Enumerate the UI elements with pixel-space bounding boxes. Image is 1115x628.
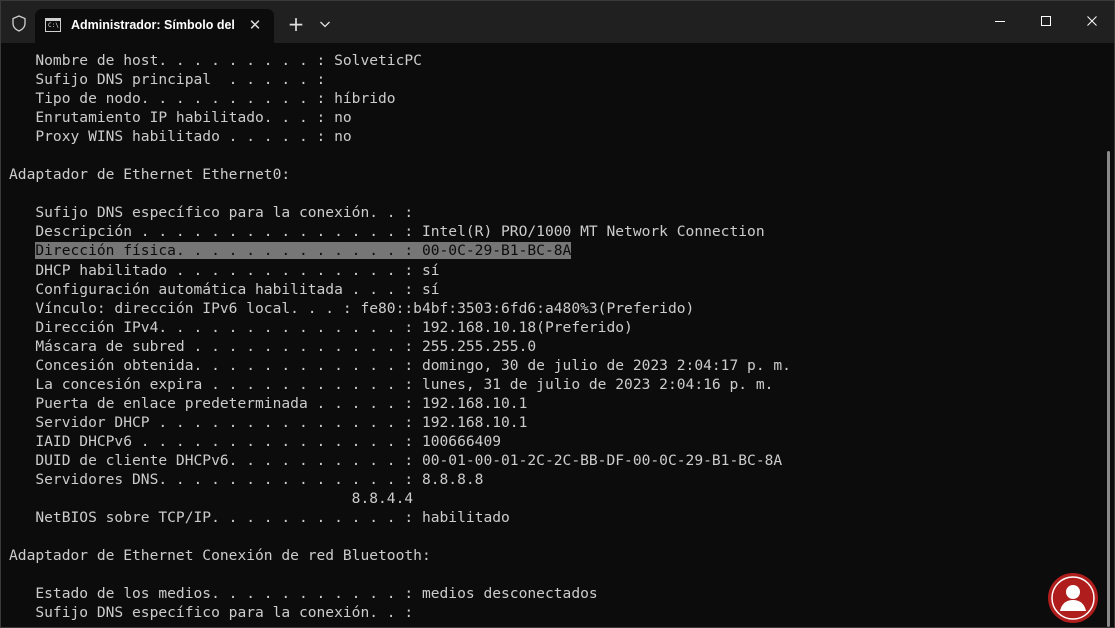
- console-line: Concesión obtenida. . . . . . . . . . . …: [9, 356, 791, 374]
- tab-close-button[interactable]: ✕: [247, 17, 263, 33]
- console-line: Descripción . . . . . . . . . . . . . . …: [9, 223, 765, 241]
- shield-icon: [12, 15, 26, 32]
- console-line: Dirección física. . . . . . . . . . . . …: [9, 241, 1100, 260]
- minimize-icon: [995, 21, 1005, 22]
- console-output[interactable]: Nombre de host. . . . . . . . . : Solvet…: [1, 43, 1100, 627]
- command-prompt-icon: C:\: [45, 18, 61, 32]
- console-line: Adaptador de Ethernet Conexión de red Bl…: [9, 547, 431, 565]
- console-line: Puerta de enlace predeterminada . . . . …: [9, 394, 528, 412]
- new-tab-button[interactable]: +: [286, 14, 306, 35]
- console-line: Sufijo DNS principal . . . . . :: [9, 71, 335, 89]
- selected-text: Dirección física. . . . . . . . . . . . …: [35, 242, 572, 260]
- terminal-window: C:\ Administrador: Símbolo del si ✕ + No…: [0, 0, 1115, 628]
- console-line: 8.8.4.4: [9, 490, 414, 508]
- maximize-icon: [1041, 16, 1051, 26]
- console-line: NetBIOS sobre TCP/IP. . . . . . . . . . …: [9, 509, 510, 527]
- console-line: Tipo de nodo. . . . . . . . . . : híbrid…: [9, 90, 396, 108]
- console-line: La concesión expira . . . . . . . . . . …: [9, 375, 774, 393]
- close-window-button[interactable]: [1069, 1, 1114, 41]
- console-line: Servidores DNS. . . . . . . . . . . . . …: [9, 471, 484, 489]
- console-line-prefix: [9, 242, 35, 259]
- minimize-button[interactable]: [977, 1, 1023, 41]
- tab-command-prompt[interactable]: C:\ Administrador: Símbolo del si ✕: [35, 9, 274, 43]
- console-line: Dirección IPv4. . . . . . . . . . . . . …: [9, 318, 633, 336]
- chevron-down-icon[interactable]: [317, 16, 333, 32]
- console-line: DUID de cliente DHCPv6. . . . . . . . . …: [9, 451, 783, 469]
- console-line: Sufijo DNS específico para la conexión. …: [9, 204, 422, 222]
- console-line: Nombre de host. . . . . . . . . : Solvet…: [9, 52, 422, 69]
- console-line: Máscara de subred . . . . . . . . . . . …: [9, 337, 537, 355]
- tab-icon-glyph: C:\: [48, 22, 59, 29]
- close-icon: [1087, 16, 1097, 26]
- console-line: Configuración automática habilitada . . …: [9, 280, 440, 298]
- scrollbar-thumb[interactable]: [1107, 151, 1110, 627]
- console-line: Enrutamiento IP habilitado. . . : no: [9, 109, 352, 127]
- console-line: DHCP habilitado . . . . . . . . . . . . …: [9, 261, 440, 279]
- console-line: IAID DHCPv6 . . . . . . . . . . . . . . …: [9, 432, 502, 450]
- console-line: Servidor DHCP . . . . . . . . . . . . . …: [9, 413, 528, 431]
- title-bar: C:\ Administrador: Símbolo del si ✕ +: [1, 1, 1114, 43]
- console-line: Vínculo: dirección IPv6 local. . . : fe8…: [9, 299, 695, 317]
- console-line: Proxy WINS habilitado . . . . . : no: [9, 128, 352, 146]
- console-line: Sufijo DNS específico para la conexión. …: [9, 604, 422, 622]
- maximize-button[interactable]: [1023, 1, 1069, 41]
- console-line: Adaptador de Ethernet Ethernet0:: [9, 166, 291, 184]
- scrollbar[interactable]: [1100, 43, 1114, 627]
- tab-title: Administrador: Símbolo del si: [71, 18, 237, 32]
- solvetic-logo-icon: [1048, 573, 1098, 623]
- console-line: Estado de los medios. . . . . . . . . . …: [9, 585, 598, 603]
